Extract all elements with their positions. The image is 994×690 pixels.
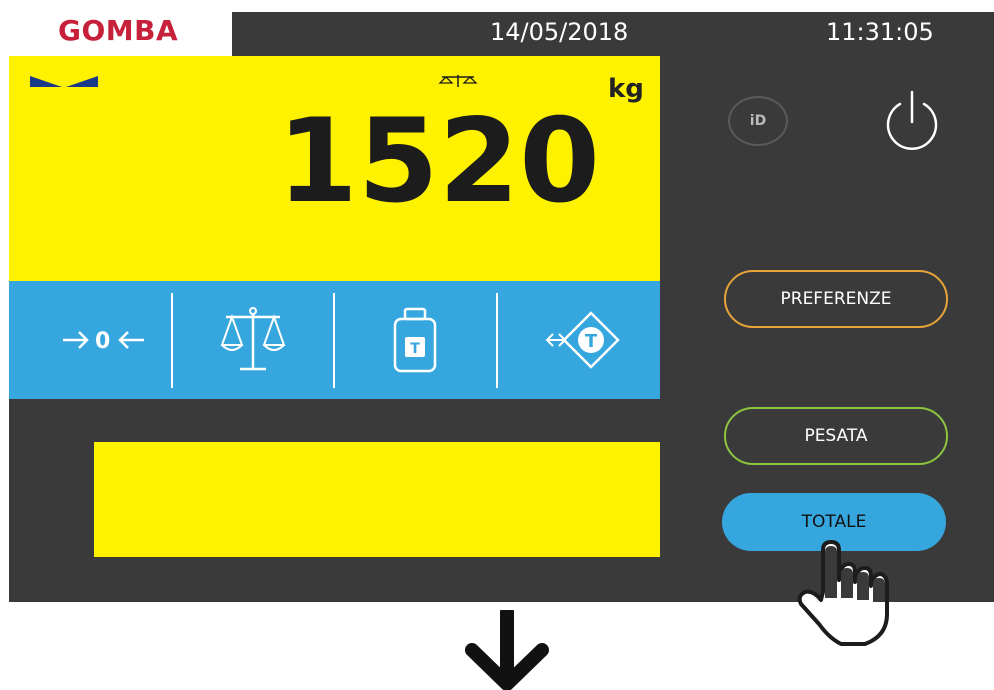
tare-label: T [410,341,420,357]
weight-unit: kg [608,74,644,104]
power-icon[interactable] [880,88,944,154]
preset-tare-icon: T [545,311,620,369]
time-display: 11:31:05 [826,18,934,46]
date-display: 14/05/2018 [490,18,629,46]
weight-value: 1520 [277,94,600,229]
hand-pointer-icon [797,540,889,646]
tare-button[interactable]: T [334,281,496,399]
tare-weight-icon: T [393,307,437,373]
function-bar: 0 T T [9,281,660,399]
zero-button[interactable]: 0 [9,281,171,399]
id-button[interactable]: iD [728,96,788,146]
zero-arrows-icon: 0 [63,329,144,354]
weigh-button[interactable] [172,281,334,399]
preset-tare-label: T [585,331,598,352]
preset-tare-button[interactable]: T [497,281,659,399]
stable-scale-icon [438,75,478,87]
info-panel [94,442,660,557]
down-arrow-icon [465,610,549,690]
brand-logo: GOMBA [58,14,179,47]
preferenze-button[interactable]: PREFERENZE [724,270,948,328]
bowtie-indicator-icon [30,76,98,87]
balance-icon [220,307,286,371]
zero-label: 0 [95,329,110,354]
pesata-button[interactable]: PESATA [724,407,948,465]
